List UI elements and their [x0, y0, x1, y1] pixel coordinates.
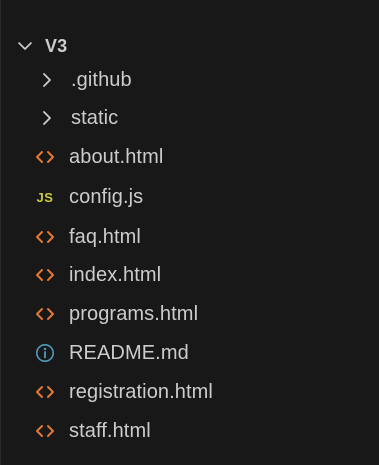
file-label: README.md [69, 341, 189, 364]
folder-label: .github [71, 68, 132, 91]
file-label: faq.html [69, 225, 141, 248]
file-label: programs.html [69, 302, 199, 325]
html-file-icon [33, 419, 57, 443]
html-file-icon [33, 302, 57, 326]
file-config-js[interactable]: JS config.js [1, 177, 379, 217]
folder-label: static [71, 106, 119, 129]
file-explorer: V3 .github static about.html JS config.j… [0, 0, 379, 465]
chevron-down-icon [13, 34, 37, 58]
file-index-html[interactable]: index.html [1, 255, 379, 295]
root-folder-label: V3 [45, 35, 68, 56]
html-file-icon [33, 380, 57, 404]
file-label: index.html [69, 263, 162, 286]
html-file-icon [33, 145, 57, 169]
file-readme-md[interactable]: README.md [1, 333, 379, 373]
info-icon [33, 341, 57, 365]
file-staff-html[interactable]: staff.html [1, 411, 379, 451]
file-label: config.js [69, 185, 144, 208]
chevron-right-icon [35, 68, 59, 92]
folder-static[interactable]: static [1, 98, 379, 138]
file-label: staff.html [69, 419, 151, 442]
js-file-icon: JS [33, 185, 57, 209]
file-label: about.html [69, 145, 164, 168]
file-label: registration.html [69, 380, 213, 403]
html-file-icon [33, 225, 57, 249]
folder-github[interactable]: .github [1, 60, 379, 100]
chevron-right-icon [35, 106, 59, 130]
file-programs-html[interactable]: programs.html [1, 294, 379, 334]
file-about-html[interactable]: about.html [1, 137, 379, 177]
file-registration-html[interactable]: registration.html [1, 372, 379, 412]
html-file-icon [33, 263, 57, 287]
file-faq-html[interactable]: faq.html [1, 217, 379, 257]
js-badge: JS [36, 189, 54, 205]
